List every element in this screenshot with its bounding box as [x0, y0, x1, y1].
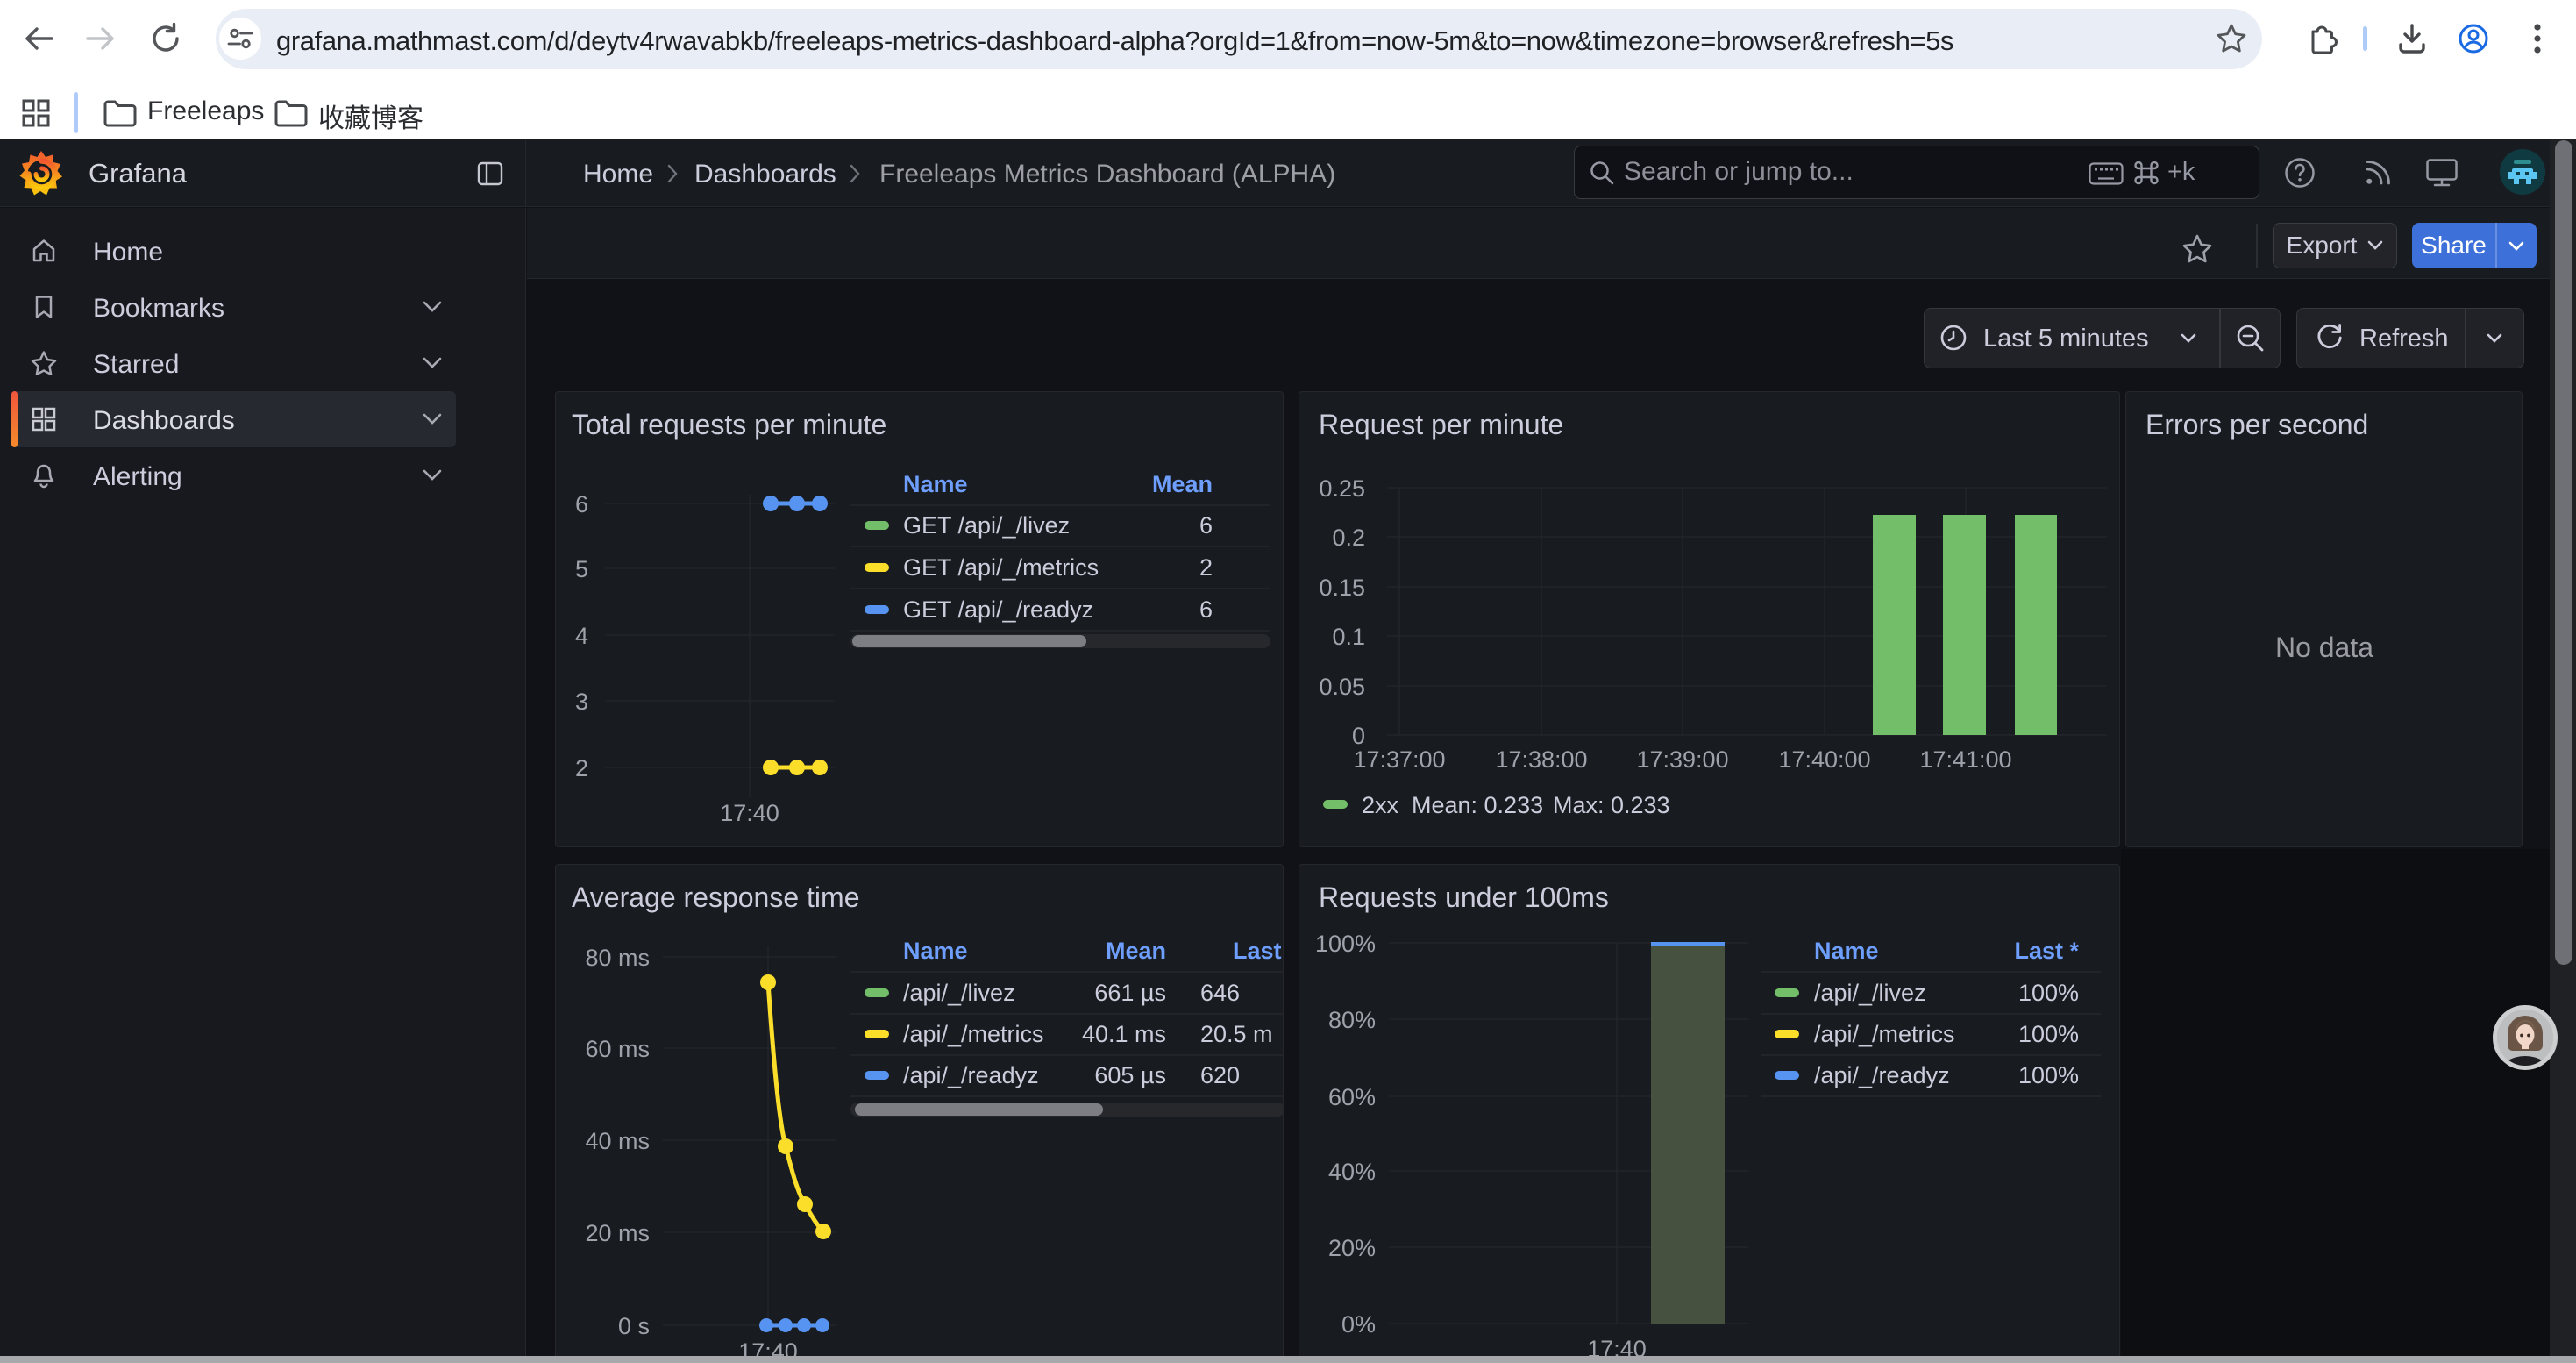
svg-text:Max: 0.233: Max: 0.233	[1553, 792, 1670, 818]
svg-text:Errors per second: Errors per second	[2145, 409, 2368, 440]
svg-text:20.5 m: 20.5 m	[1200, 1021, 1273, 1047]
svg-text:0.1: 0.1	[1332, 624, 1365, 650]
svg-text:40%: 40%	[1328, 1159, 1376, 1185]
svg-text:620: 620	[1200, 1062, 1240, 1088]
svg-text:0.25: 0.25	[1319, 475, 1365, 502]
svg-text:2xx: 2xx	[1362, 792, 1399, 818]
svg-text:17:38:00: 17:38:00	[1495, 746, 1587, 773]
svg-text:2: 2	[1199, 554, 1213, 581]
svg-text:/api/_/metrics: /api/_/metrics	[903, 1021, 1044, 1047]
svg-text:80%: 80%	[1328, 1007, 1376, 1033]
svg-text:GET /api/_/metrics: GET /api/_/metrics	[903, 554, 1099, 581]
svg-text:60%: 60%	[1328, 1084, 1376, 1110]
svg-text:100%: 100%	[1315, 931, 1376, 957]
svg-text:Mean: 0.233: Mean: 0.233	[1412, 792, 1543, 818]
svg-text:17:37:00: 17:37:00	[1353, 746, 1445, 773]
svg-text:0%: 0%	[1341, 1311, 1376, 1338]
svg-text:4: 4	[575, 623, 588, 649]
svg-text:0.15: 0.15	[1319, 574, 1365, 601]
svg-text:/api/_/readyz: /api/_/readyz	[903, 1062, 1039, 1088]
svg-text:100%: 100%	[2018, 1021, 2079, 1047]
svg-text:GET /api/_/livez: GET /api/_/livez	[903, 512, 1070, 539]
svg-text:/api/_/readyz: /api/_/readyz	[1814, 1062, 1950, 1088]
svg-text:17:39:00: 17:39:00	[1636, 746, 1728, 773]
svg-text:100%: 100%	[2018, 980, 2079, 1006]
svg-text:Name: Name	[1814, 938, 1879, 964]
svg-text:17:40: 17:40	[720, 800, 779, 826]
svg-text:GET /api/_/readyz: GET /api/_/readyz	[903, 596, 1093, 623]
svg-text:Request per minute: Request per minute	[1319, 409, 1563, 440]
svg-text:2: 2	[575, 755, 588, 781]
svg-text:3: 3	[575, 689, 588, 715]
svg-text:Last *: Last *	[2014, 938, 2079, 964]
svg-text:100%: 100%	[2018, 1062, 2079, 1088]
svg-text:5: 5	[575, 556, 588, 582]
svg-text:20%: 20%	[1328, 1235, 1376, 1261]
svg-text:Mean: Mean	[1152, 471, 1213, 497]
svg-text:Requests under 100ms: Requests under 100ms	[1319, 881, 1609, 913]
svg-text:20 ms: 20 ms	[585, 1220, 650, 1246]
svg-text:/api/_/livez: /api/_/livez	[903, 980, 1015, 1006]
svg-text:605 µs: 605 µs	[1094, 1062, 1166, 1088]
svg-text:0.05: 0.05	[1319, 674, 1365, 700]
svg-text:17:40:00: 17:40:00	[1778, 746, 1870, 773]
svg-text:6: 6	[575, 491, 588, 517]
svg-text:Name: Name	[903, 471, 968, 497]
svg-text:Total requests per minute: Total requests per minute	[572, 409, 886, 440]
svg-text:/api/_/livez: /api/_/livez	[1814, 980, 1926, 1006]
svg-text:Name: Name	[903, 938, 968, 964]
svg-text:6: 6	[1199, 512, 1213, 539]
svg-text:17:41:00: 17:41:00	[1919, 746, 2011, 773]
svg-text:60 ms: 60 ms	[585, 1036, 650, 1062]
svg-text:0: 0	[1352, 723, 1365, 749]
svg-text:Mean: Mean	[1106, 938, 1166, 964]
svg-text:0 s: 0 s	[618, 1313, 650, 1339]
svg-text:6: 6	[1199, 596, 1213, 623]
svg-text:40.1 ms: 40.1 ms	[1082, 1021, 1166, 1047]
svg-text:Average response time: Average response time	[572, 881, 859, 913]
svg-text:80 ms: 80 ms	[585, 945, 650, 971]
svg-text:Last *: Last *	[1233, 938, 1284, 964]
svg-text:No data: No data	[2275, 632, 2373, 663]
svg-text:661 µs: 661 µs	[1094, 980, 1166, 1006]
svg-text:646: 646	[1200, 980, 1240, 1006]
svg-text:40 ms: 40 ms	[585, 1128, 650, 1154]
svg-text:/api/_/metrics: /api/_/metrics	[1814, 1021, 1955, 1047]
svg-text:0.2: 0.2	[1332, 525, 1365, 551]
